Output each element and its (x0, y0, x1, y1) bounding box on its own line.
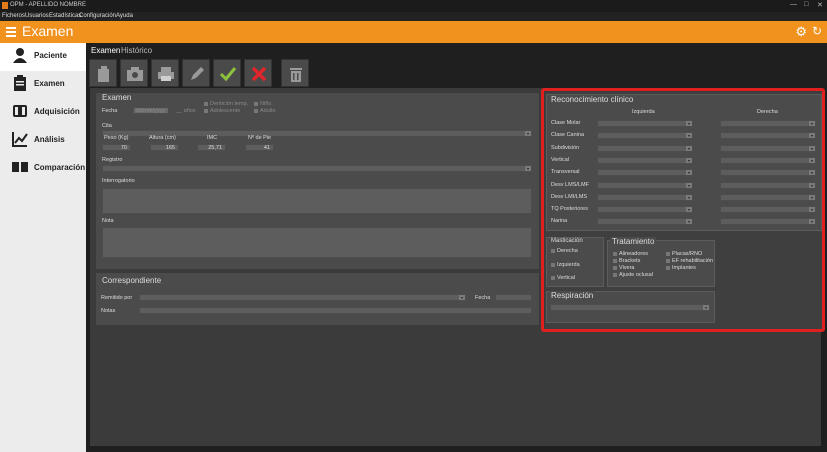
notas-input[interactable] (139, 307, 532, 314)
remitido-select[interactable]: ▾ (139, 294, 466, 301)
close-icon (251, 66, 267, 82)
peso-input[interactable]: 70 (102, 144, 131, 151)
corresp-fecha-input[interactable] (495, 294, 532, 301)
sidebar-item-label: Comparación (34, 163, 86, 172)
gear-icon[interactable]: ⚙ (795, 24, 807, 40)
sidebar: Paciente Examen Adquisición Análisis Com… (0, 43, 86, 452)
highlight-box (541, 88, 825, 332)
checkmark-icon (219, 67, 237, 82)
adolescente-label: Adolescente (210, 108, 241, 114)
nino-label: Niño (260, 101, 272, 107)
chart-icon (12, 132, 28, 147)
new-document-button[interactable] (89, 59, 117, 87)
denticion-checkbox[interactable] (204, 102, 208, 106)
menu-configuracion[interactable]: Configuración (79, 13, 116, 19)
interrogatorio-textarea[interactable] (102, 188, 532, 214)
nino-checkbox[interactable] (254, 102, 258, 106)
delete-button[interactable] (281, 59, 309, 87)
corresp-fecha-label: Fecha (475, 295, 491, 301)
imc-input[interactable]: 25,71 (197, 144, 226, 151)
altura-label: Altura (cm) (149, 135, 176, 141)
sidebar-item-label: Adquisición (34, 107, 80, 116)
interrogatorio-label: Interrogatorio (102, 178, 135, 184)
pie-label: Nº de Pie (248, 135, 272, 141)
confirm-button[interactable] (213, 59, 241, 87)
imc-label: IMC (207, 135, 218, 141)
minimize-button[interactable]: — (790, 1, 797, 8)
notas-label: Notas (101, 308, 116, 314)
sidebar-item-examen[interactable]: Examen (0, 71, 86, 99)
sidebar-item-label: Análisis (34, 135, 65, 144)
print-button[interactable] (151, 59, 179, 87)
scanner-icon (13, 105, 27, 117)
adolescente-checkbox[interactable] (204, 109, 208, 113)
header-bar: Examen ⚙ ↻ (0, 21, 827, 43)
examen-panel: Examen Fecha dd/mm/yyyy __ años Dentició… (95, 92, 540, 270)
nota-label: Nota (102, 218, 114, 224)
maximize-button[interactable]: □ (804, 1, 808, 8)
registro-label: Registro (102, 157, 123, 163)
cancel-button[interactable] (244, 59, 272, 87)
nota-textarea[interactable] (102, 227, 532, 258)
new-document-icon (98, 66, 109, 82)
pie-input[interactable]: 41 (245, 144, 274, 151)
camera-icon (127, 67, 143, 81)
correspondiente-panel: Correspondiente Remitido por ▾ Fecha Not… (95, 272, 540, 326)
menu-ficheros[interactable]: Ficheros (2, 13, 25, 19)
app-logo-icon (2, 2, 8, 9)
edad-label: __ años (176, 108, 196, 114)
sidebar-item-comparacion[interactable]: Comparación (0, 155, 86, 183)
sidebar-item-paciente[interactable]: Paciente (0, 43, 86, 71)
sidebar-item-adquisicion[interactable]: Adquisición (0, 99, 86, 127)
window-titlebar: OPM - APELLIDO NOMBRE — □ ✕ (0, 0, 827, 12)
peso-label: Peso (Kg) (104, 135, 129, 141)
denticion-label: Dentición temp. (210, 101, 249, 107)
correspondiente-title: Correspondiente (100, 276, 164, 285)
remitido-label: Remitido por (101, 295, 133, 301)
examen-title: Examen (100, 93, 134, 102)
fecha-label: Fecha (102, 108, 118, 114)
hamburger-menu-icon[interactable] (6, 27, 16, 37)
close-window-button[interactable]: ✕ (817, 1, 823, 9)
adulto-label: Adulto (260, 108, 276, 114)
menu-estadisticas[interactable]: Estadísticas (49, 13, 81, 19)
window-title: OPM - APELLIDO NOMBRE (10, 2, 87, 8)
compare-icon (12, 162, 28, 172)
refresh-icon[interactable]: ↻ (812, 24, 822, 38)
user-icon (13, 48, 27, 63)
camera-button[interactable] (120, 59, 148, 87)
sidebar-item-label: Examen (34, 79, 65, 88)
printer-icon (158, 67, 174, 81)
clipboard-icon (14, 75, 26, 91)
pencil-icon (191, 67, 204, 80)
page-title: Examen (22, 23, 74, 39)
edit-button[interactable] (182, 59, 210, 87)
trash-icon (290, 68, 302, 82)
altura-input[interactable]: 165 (150, 144, 179, 151)
menu-usuarios[interactable]: Usuarios (25, 13, 49, 19)
toolbar (89, 59, 314, 88)
cita-label: Cita (102, 123, 112, 129)
sidebar-item-analisis[interactable]: Análisis (0, 127, 86, 155)
menu-ayuda[interactable]: Ayuda (116, 13, 133, 19)
adulto-checkbox[interactable] (254, 109, 258, 113)
registro-select[interactable]: ▾ (102, 165, 532, 172)
tab-historico[interactable]: Histórico (121, 46, 152, 58)
tab-examen[interactable]: Examen (88, 46, 121, 58)
sidebar-item-label: Paciente (34, 51, 67, 60)
fecha-input[interactable]: dd/mm/yyyy (133, 107, 169, 114)
menu-bar: Ficheros Usuarios Estadísticas Configura… (0, 12, 827, 21)
